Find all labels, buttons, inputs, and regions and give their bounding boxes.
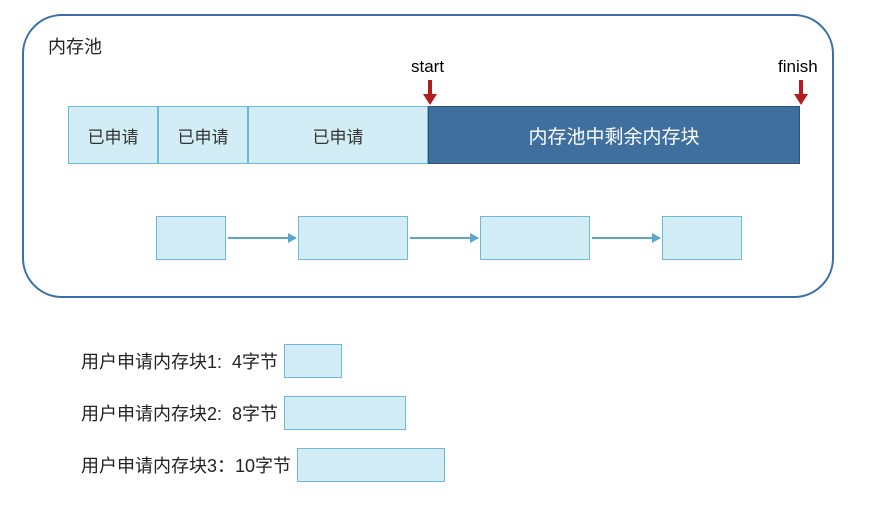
linked-list-node (480, 216, 590, 260)
request-label: 用户申请内存块3：10字节 (81, 452, 291, 478)
pointer-start-arrow (423, 80, 437, 105)
request-row: 用户申请内存块3：10字节 (81, 448, 445, 482)
request-row: 用户申请内存块1: 4字节 (81, 344, 342, 378)
linked-list-arrow (592, 237, 660, 239)
linked-list-node (662, 216, 742, 260)
segment-allocated: 已申请 (158, 106, 248, 164)
linked-list-arrow (228, 237, 296, 239)
linked-list-node (156, 216, 226, 260)
segment-label: 内存池中剩余内存块 (528, 122, 699, 149)
request-block (284, 396, 406, 430)
linked-list-node (298, 216, 408, 260)
pointer-finish-label: finish (778, 57, 818, 77)
segment-allocated: 已申请 (248, 106, 428, 164)
segment-label: 已申请 (178, 123, 229, 148)
segment-free: 内存池中剩余内存块 (428, 106, 800, 164)
request-block (284, 344, 342, 378)
pointer-start-label: start (411, 57, 444, 77)
memory-pool-title: 内存池 (48, 33, 102, 59)
request-label: 用户申请内存块2: 8字节 (81, 400, 278, 426)
request-block (297, 448, 445, 482)
request-row: 用户申请内存块2: 8字节 (81, 396, 406, 430)
memory-bar: 已申请 已申请 已申请 内存池中剩余内存块 (68, 106, 800, 164)
pointer-finish-arrow (794, 80, 808, 105)
segment-label: 已申请 (313, 123, 364, 148)
request-label: 用户申请内存块1: 4字节 (81, 348, 278, 374)
linked-list-arrow (410, 237, 478, 239)
segment-allocated: 已申请 (68, 106, 158, 164)
segment-label: 已申请 (88, 123, 139, 148)
